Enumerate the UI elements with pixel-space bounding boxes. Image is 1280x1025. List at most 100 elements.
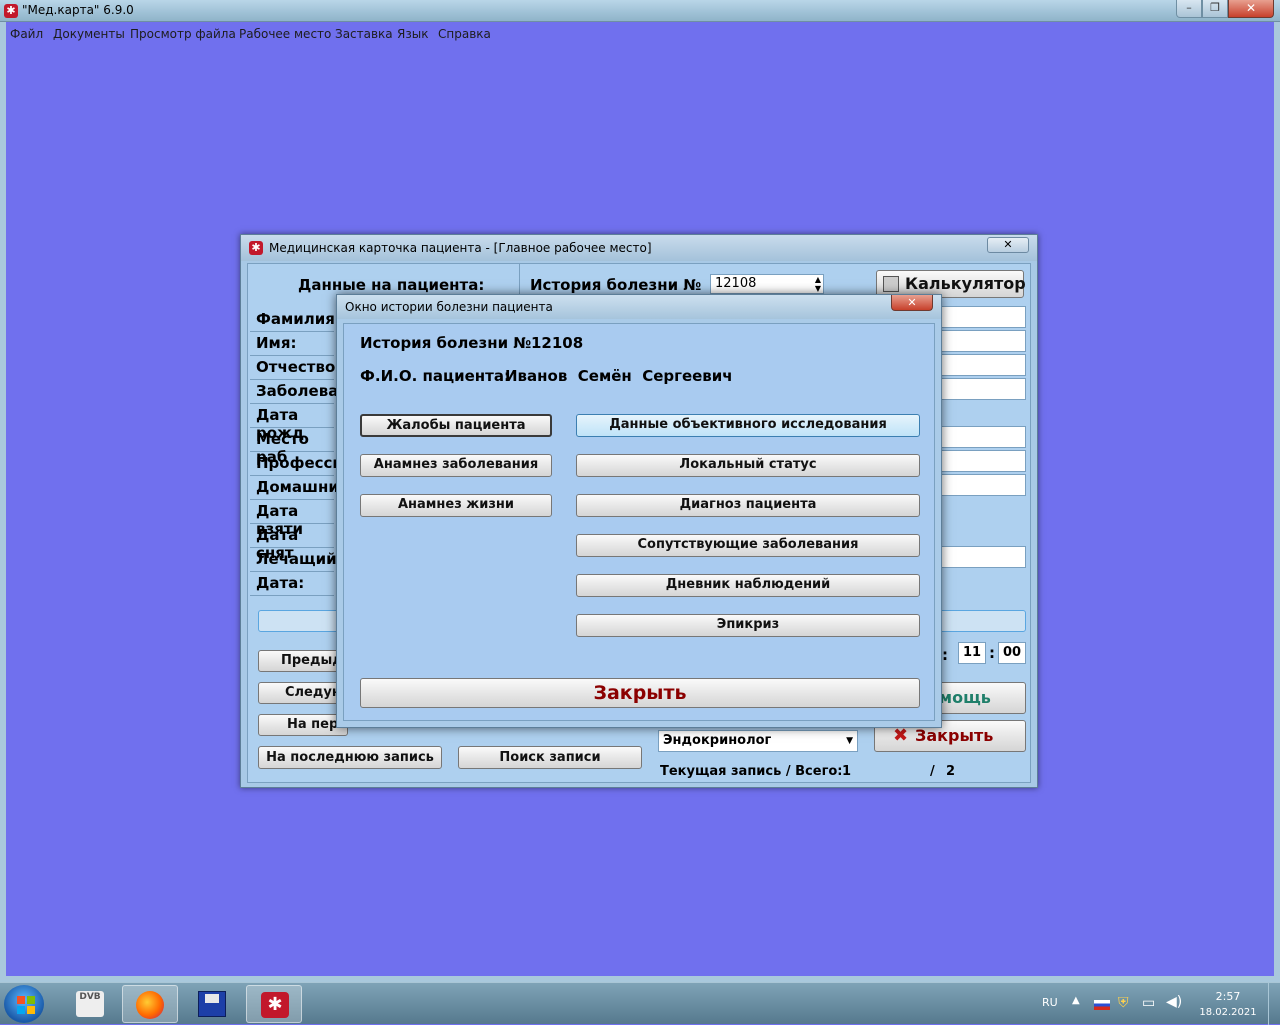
tray-language[interactable]: RU: [1042, 996, 1058, 1009]
input-doctor[interactable]: [940, 546, 1026, 568]
field-discharge-date: Дата снят: [250, 524, 334, 562]
menu-view-file[interactable]: Просмотр файла: [130, 27, 236, 41]
menu-file[interactable]: Файл: [10, 27, 43, 41]
input-disease[interactable]: [940, 378, 1026, 400]
floppy-label-icon: [205, 994, 219, 1003]
menu-documents[interactable]: Документы: [53, 27, 125, 41]
patient-card-titlebar: ✱ Медицинская карточка пациента - [Главн…: [241, 235, 1037, 261]
window-border-right: [1274, 22, 1280, 980]
history-label: История болезни №: [530, 276, 702, 294]
field-home: Домашни: [250, 476, 339, 500]
windows-logo-icon: [17, 996, 35, 1014]
complaints-button[interactable]: Жалобы пациента: [360, 414, 552, 437]
input-profession[interactable]: [940, 450, 1026, 472]
time-hour-input[interactable]: 11: [958, 642, 986, 664]
input-patronymic[interactable]: [940, 354, 1026, 376]
prev-record-button[interactable]: Предыду: [258, 650, 351, 672]
record-separator: /: [930, 764, 935, 779]
modal-close-x-button[interactable]: ✕: [891, 295, 933, 311]
taskbar-dvb[interactable]: DVB: [62, 985, 118, 1023]
card-close-button[interactable]: ✕: [987, 237, 1029, 253]
input-workplace[interactable]: [940, 426, 1026, 448]
doctor-specialty-value: Эндокринолог: [663, 733, 772, 748]
history-modal-body: История болезни № 12108 Ф.И.О. пациента:…: [343, 323, 935, 721]
field-label: Лечащий: [256, 550, 337, 568]
last-record-button[interactable]: На последнюю запись: [258, 746, 442, 769]
epicrisis-button[interactable]: Эпикриз: [576, 614, 920, 637]
record-current: 1: [842, 764, 852, 779]
field-label: Отчество:: [256, 358, 342, 376]
doctor-specialty-select[interactable]: Эндокринолог ▼: [658, 730, 858, 752]
modal-history-number: 12108: [531, 334, 584, 352]
patient-card-title: Медицинская карточка пациента - [Главное…: [269, 241, 652, 255]
spinner-arrows-icon[interactable]: ▲ ▼: [815, 275, 821, 293]
field-name: Имя:: [250, 332, 334, 356]
calculator-label: Калькулятор: [905, 274, 1026, 293]
minimize-button[interactable]: –: [1176, 0, 1202, 18]
history-modal: Окно истории болезни пациента ✕ История …: [336, 294, 942, 728]
first-record-button[interactable]: На пер: [258, 714, 348, 736]
calculator-icon: [883, 276, 899, 292]
field-label: Домашни: [256, 478, 339, 496]
input-name[interactable]: [940, 330, 1026, 352]
taskbar-medcard[interactable]: ✱: [246, 985, 302, 1023]
comorbidities-button[interactable]: Сопутствующие заболевания: [576, 534, 920, 557]
field-label: Фамилия:: [256, 310, 341, 328]
disease-anamnesis-button[interactable]: Анамнез заболевания: [360, 454, 552, 477]
app-logo-icon: ✱: [4, 4, 18, 18]
diagnosis-button[interactable]: Диагноз пациента: [576, 494, 920, 517]
field-doctor: Лечащий: [250, 548, 337, 572]
floppy-disk-icon: [198, 991, 226, 1017]
modal-fio-label: Ф.И.О. пациента:: [360, 367, 510, 385]
maximize-button[interactable]: ❐: [1202, 0, 1228, 18]
input-surname[interactable]: [940, 306, 1026, 328]
start-button[interactable]: [4, 985, 44, 1023]
dvb-icon: DVB: [76, 991, 104, 1017]
field-profession: Професси: [250, 452, 343, 476]
field-intake-date: Дата взяти: [250, 500, 334, 538]
medical-star-icon: ✱: [249, 241, 263, 255]
tray-time[interactable]: 2:57: [1200, 990, 1256, 1003]
flag-icon[interactable]: [1094, 1000, 1110, 1010]
history-modal-titlebar: Окно истории болезни пациента ✕: [337, 295, 941, 319]
time-separator: :: [942, 646, 948, 664]
next-record-button[interactable]: Следую: [258, 682, 348, 704]
show-desktop-button[interactable]: [1268, 983, 1280, 1025]
window-close-button[interactable]: ✕: [1228, 0, 1274, 18]
tray-date[interactable]: 18.02.2021: [1190, 1007, 1266, 1018]
modal-fio-value: Иванов Семён Сергеевич: [505, 367, 733, 385]
menu-splash[interactable]: Заставка: [335, 27, 393, 41]
history-number-spinner[interactable]: 12108 ▲ ▼: [710, 274, 824, 294]
menu-workplace[interactable]: Рабочее место: [239, 27, 331, 41]
life-anamnesis-button[interactable]: Анамнез жизни: [360, 494, 552, 517]
taskbar-save-app[interactable]: [184, 985, 240, 1023]
menu-help[interactable]: Справка: [438, 27, 491, 41]
network-icon[interactable]: ▭: [1142, 995, 1155, 1011]
patient-header-label: Данные на пациента:: [298, 276, 485, 294]
field-surname: Фамилия:: [250, 308, 341, 332]
field-label: Заболева: [256, 382, 339, 400]
observation-diary-button[interactable]: Дневник наблюдений: [576, 574, 920, 597]
objective-exam-button[interactable]: Данные объективного исследования: [576, 414, 920, 437]
chevron-down-icon[interactable]: ▼: [846, 731, 853, 751]
modal-close-button[interactable]: Закрыть: [360, 678, 920, 708]
history-number-value: 12108: [715, 276, 757, 291]
app-titlebar: ✱ "Мед.карта" 6.9.0: [0, 0, 1280, 22]
volume-icon[interactable]: ◀): [1166, 994, 1182, 1010]
record-counter-label: Текущая запись / Всего:: [660, 764, 843, 779]
field-workplace: Место раб: [250, 428, 334, 466]
local-status-button[interactable]: Локальный статус: [576, 454, 920, 477]
time-minute-input[interactable]: 00: [998, 642, 1026, 664]
tray-expand-icon[interactable]: ▲: [1072, 995, 1080, 1006]
shield-icon[interactable]: ⛨: [1118, 995, 1129, 1011]
app-title: "Мед.карта" 6.9.0: [22, 3, 134, 17]
field-birthdate: Дата рожд: [250, 404, 334, 442]
search-record-button[interactable]: Поиск записи: [458, 746, 642, 769]
firefox-icon: [136, 991, 164, 1019]
taskbar: DVB ✱ RU ▲ ⛨ ▭ ◀) 2:57 18.02.2021: [0, 982, 1280, 1025]
menu-language[interactable]: Язык: [397, 27, 428, 41]
taskbar-firefox[interactable]: [122, 985, 178, 1023]
record-total: 2: [946, 764, 956, 779]
modal-history-label: История болезни №: [360, 334, 532, 352]
input-home[interactable]: [940, 474, 1026, 496]
